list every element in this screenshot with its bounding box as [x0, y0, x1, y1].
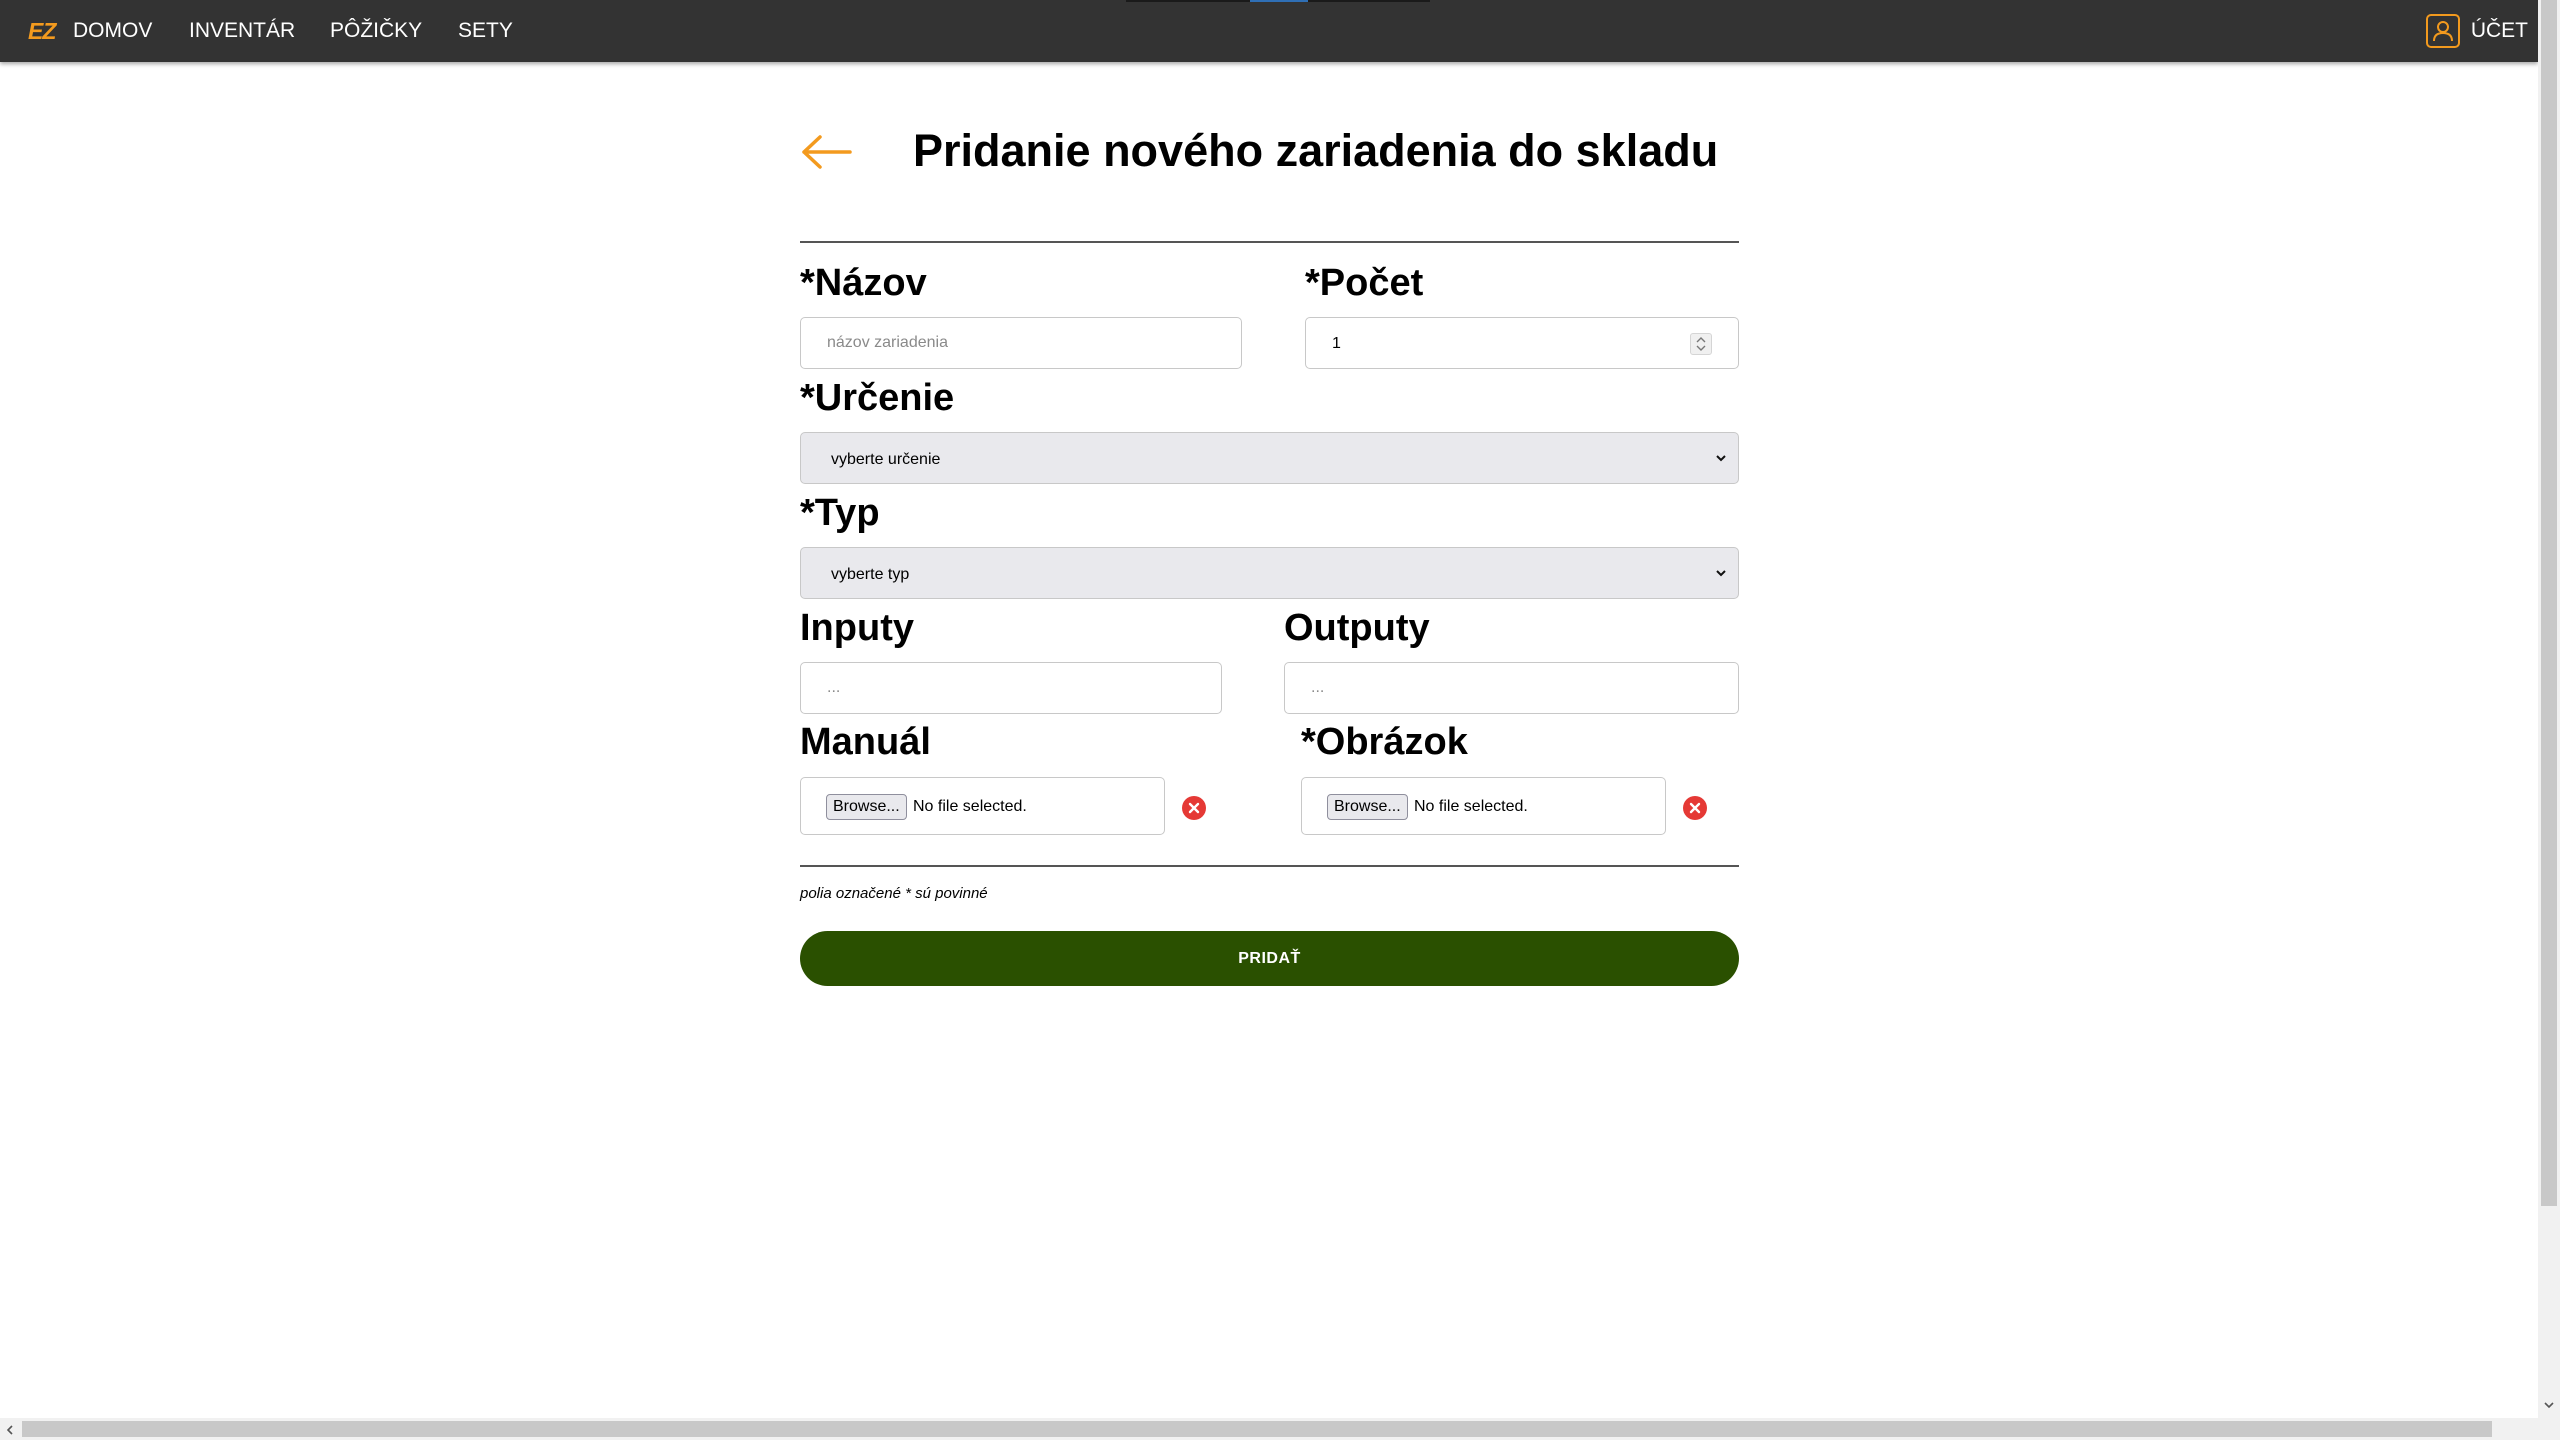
nav-link-pozicky[interactable]: PÔŽIČKY [330, 19, 422, 43]
type-select-value: vyberte typ [831, 566, 910, 583]
manual-browse-button[interactable]: Browse... [826, 794, 907, 820]
name-input[interactable] [800, 317, 1242, 369]
horizontal-scrollbar[interactable] [0, 1418, 2538, 1440]
nav-link-domov[interactable]: DOMOV [73, 19, 152, 43]
back-arrow-icon[interactable] [800, 132, 852, 172]
scroll-left-arrow-icon[interactable] [4, 1423, 16, 1435]
count-label: *Počet [1305, 262, 1424, 304]
outputs-field[interactable] [1284, 662, 1739, 714]
chevron-down-icon [1714, 566, 1728, 580]
purpose-select-value: vyberte určenie [831, 451, 941, 468]
required-fields-note: polia označené * sú povinné [800, 885, 988, 902]
user-icon [2425, 14, 2460, 48]
type-label: *Typ [800, 492, 880, 534]
account-label: ÚČET [2470, 19, 2528, 42]
manual-file-status: No file selected. [913, 798, 1027, 815]
brand-logo[interactable]: EZ [28, 18, 56, 44]
vertical-scrollbar-thumb[interactable] [2541, 0, 2557, 1206]
number-spinner-icon[interactable] [1690, 333, 1712, 355]
inputs-field[interactable] [800, 662, 1222, 714]
nav-link-inventar[interactable]: INVENTÁR [189, 19, 295, 43]
image-file-input[interactable]: Browse... No file selected. [1301, 777, 1666, 835]
image-clear-icon[interactable] [1683, 796, 1707, 820]
scroll-down-arrow-icon[interactable] [2543, 1398, 2555, 1410]
image-file-status: No file selected. [1414, 798, 1528, 815]
page-title: Pridanie nového zariadenia do skladu [913, 125, 1719, 176]
vertical-scrollbar[interactable] [2538, 0, 2560, 1418]
nav-top-accent-active [1250, 0, 1308, 2]
manual-clear-icon[interactable] [1182, 796, 1206, 820]
purpose-label: *Určenie [800, 377, 955, 419]
count-value: 1 [1332, 335, 1341, 352]
manual-file-input[interactable]: Browse... No file selected. [800, 777, 1165, 835]
purpose-select[interactable]: vyberte určenie [800, 432, 1739, 484]
inputs-label: Inputy [800, 607, 914, 649]
divider-bottom [800, 865, 1739, 867]
submit-add-button[interactable]: PRIDAŤ [800, 931, 1739, 986]
image-label: *Obrázok [1301, 721, 1468, 763]
count-input[interactable]: 1 [1305, 317, 1739, 369]
top-navbar: EZ DOMOV INVENTÁR PÔŽIČKY SETY ÚČET [0, 0, 2538, 62]
chevron-down-icon [1714, 451, 1728, 465]
page-viewport: EZ DOMOV INVENTÁR PÔŽIČKY SETY ÚČET Prid… [0, 0, 2538, 1418]
nav-link-sety[interactable]: SETY [458, 19, 513, 43]
horizontal-scrollbar-thumb[interactable] [22, 1421, 2492, 1437]
manual-label: Manuál [800, 721, 931, 763]
name-label: *Názov [800, 262, 927, 304]
divider-top [800, 241, 1739, 243]
type-select[interactable]: vyberte typ [800, 547, 1739, 599]
image-browse-button[interactable]: Browse... [1327, 794, 1408, 820]
scrollbar-corner [2538, 1418, 2560, 1440]
outputs-label: Outputy [1284, 607, 1430, 649]
account-button[interactable]: ÚČET [2425, 12, 2528, 50]
